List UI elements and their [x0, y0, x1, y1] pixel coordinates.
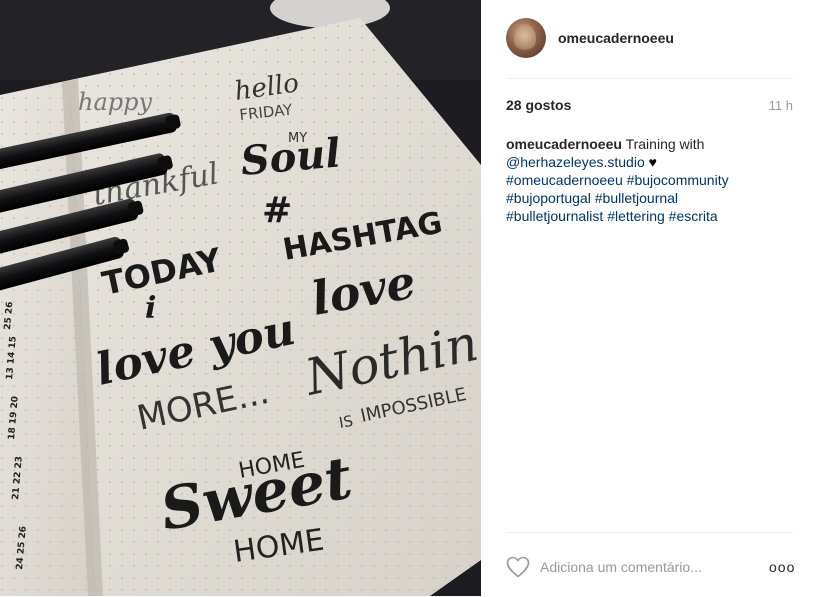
caption-text: Training with	[625, 136, 705, 152]
hashtag-link[interactable]: #bujocommunity	[627, 172, 729, 188]
post-caption: omeucadernoeeu Training with @herhazeley…	[506, 135, 793, 225]
lettering-happy: happy	[78, 88, 152, 116]
instagram-post-view: 25 26 13 14 15 18 19 20 21 22 23 24 25 2…	[0, 0, 817, 596]
hashtag-link[interactable]: #omeucadernoeeu	[506, 172, 623, 188]
post-header: omeucadernoeeu	[506, 18, 793, 79]
likes-row: 28 gostos 11 h	[506, 97, 793, 117]
avatar[interactable]	[506, 18, 546, 58]
post-time[interactable]: 11 h	[769, 98, 793, 113]
heart-outline-icon[interactable]	[506, 556, 530, 578]
caption-mention[interactable]: @herhazeleyes.studio	[506, 154, 645, 170]
hashtag-link[interactable]: #bulletjournal	[595, 190, 678, 206]
hashtag-link[interactable]: #lettering	[607, 208, 665, 224]
notebook-photo-illustration: 25 26 13 14 15 18 19 20 21 22 23 24 25 2…	[0, 0, 481, 596]
heart-glyph-icon: ♥	[648, 154, 657, 170]
comment-input[interactable]	[540, 557, 740, 577]
post-side-panel: omeucadernoeeu 28 gostos 11 h omeucadern…	[481, 0, 817, 596]
comment-bar: ooo	[506, 532, 794, 597]
username-link[interactable]: omeucadernoeeu	[558, 30, 674, 46]
lettering-i: i	[145, 291, 156, 326]
lettering-hash: #	[262, 190, 292, 231]
more-options-icon[interactable]: ooo	[769, 557, 794, 577]
hashtag-link[interactable]: #escrita	[669, 208, 718, 224]
post-photo[interactable]: 25 26 13 14 15 18 19 20 21 22 23 24 25 2…	[0, 0, 481, 596]
caption-username[interactable]: omeucadernoeeu	[506, 136, 622, 152]
likes-count[interactable]: 28 gostos	[506, 97, 571, 113]
hashtag-link[interactable]: #bujoportugal	[506, 190, 591, 206]
hashtag-link[interactable]: #bulletjournalist	[506, 208, 603, 224]
lettering-soul: Soul	[239, 129, 343, 185]
